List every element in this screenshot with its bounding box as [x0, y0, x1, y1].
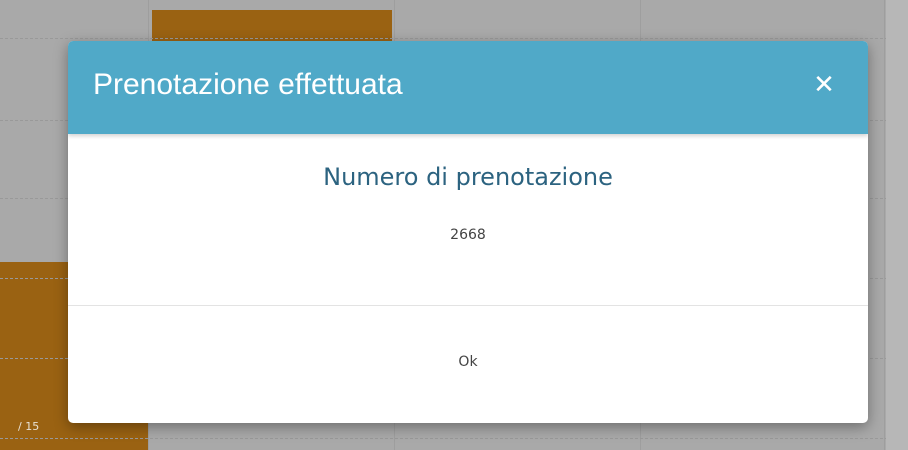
- ok-button[interactable]: Ok: [442, 348, 493, 376]
- modal-footer: Ok: [68, 306, 868, 423]
- modal-body: Numero di prenotazione 2668: [68, 134, 868, 305]
- modal-title: Prenotazione effettuata: [93, 68, 403, 101]
- calendar-row-line: [0, 38, 908, 39]
- close-icon[interactable]: ✕: [806, 67, 842, 103]
- modal-header: Prenotazione effettuata ✕: [68, 41, 868, 134]
- calendar-corner-label: / 15: [18, 420, 40, 433]
- calendar-scrollbar-strip: [886, 0, 908, 450]
- booking-number-heading: Numero di prenotazione: [323, 163, 613, 191]
- booking-number-value: 2668: [450, 227, 486, 243]
- booking-confirmation-modal: Prenotazione effettuata ✕ Numero di pren…: [68, 41, 868, 423]
- calendar-row-line: [0, 438, 908, 439]
- calendar-column-line: [884, 0, 885, 450]
